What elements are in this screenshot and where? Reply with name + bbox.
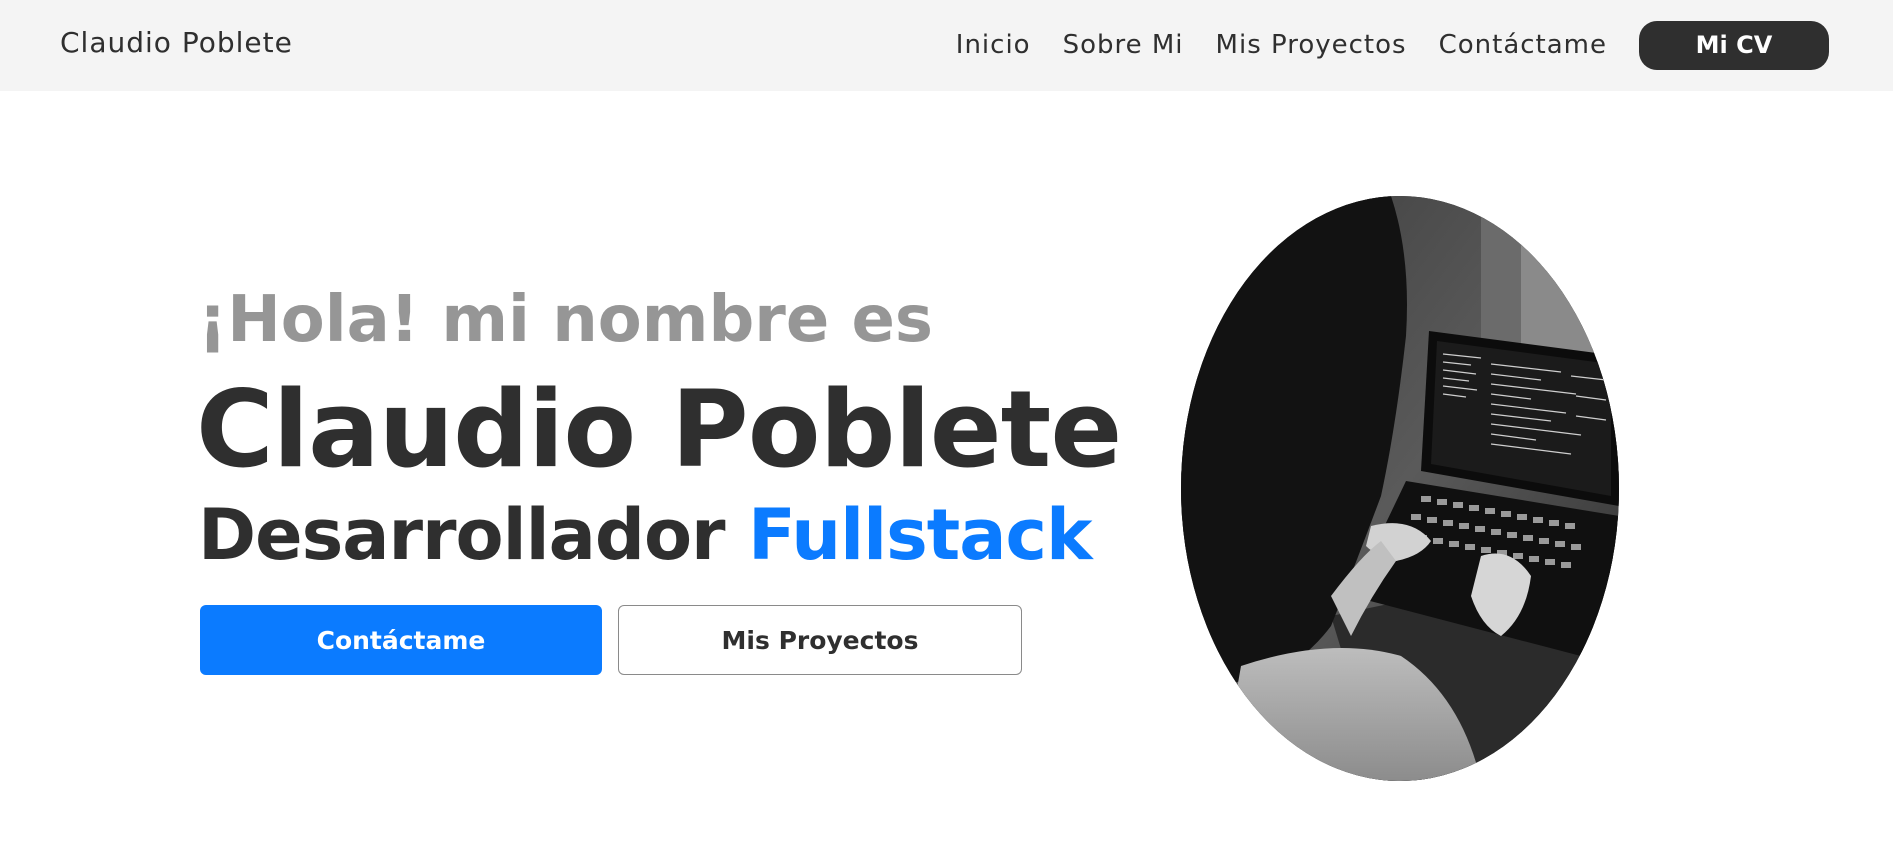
nav-link-contactame[interactable]: Contáctame <box>1439 30 1607 60</box>
projects-button[interactable]: Mis Proyectos <box>618 605 1022 675</box>
cv-button[interactable]: Mi CV <box>1639 20 1829 70</box>
hero-role: Desarrollador Fullstack <box>198 494 1093 576</box>
profile-photo <box>1181 196 1619 781</box>
hero-name: Claudio Poblete <box>196 368 1122 491</box>
profile-photo-image <box>1181 196 1619 781</box>
nav-link-mis-proyectos[interactable]: Mis Proyectos <box>1216 30 1407 60</box>
nav-link-inicio[interactable]: Inicio <box>956 30 1031 60</box>
nav-link-sobre-mi[interactable]: Sobre Mi <box>1063 30 1184 60</box>
hero-greeting: ¡Hola! mi nombre es <box>198 283 933 357</box>
contact-button[interactable]: Contáctame <box>200 605 602 675</box>
brand-logo[interactable]: Claudio Poblete <box>60 26 293 59</box>
nav-links: Inicio Sobre Mi Mis Proyectos Contáctame… <box>956 20 1829 70</box>
navbar: Claudio Poblete Inicio Sobre Mi Mis Proy… <box>0 0 1893 91</box>
hero-role-prefix: Desarrollador <box>198 494 726 576</box>
hero-role-highlight: Fullstack <box>747 494 1093 576</box>
